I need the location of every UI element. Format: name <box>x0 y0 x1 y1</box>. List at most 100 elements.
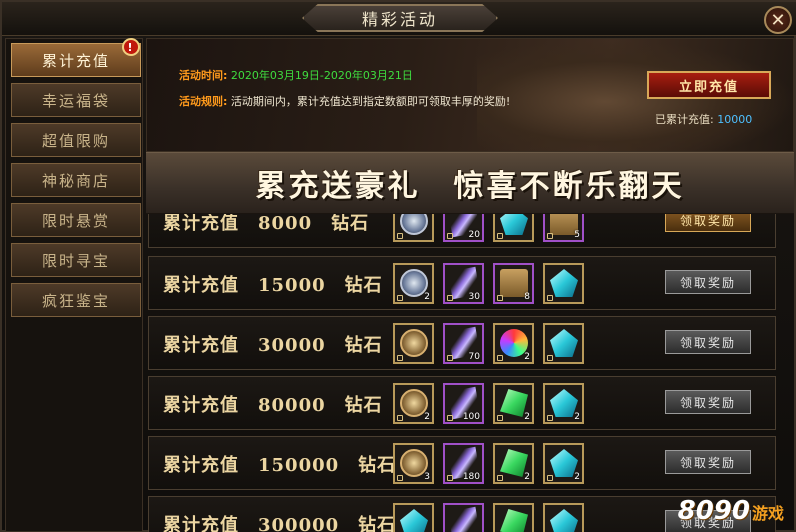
blue-gem-icon <box>550 329 578 357</box>
reward-item-slot[interactable]: 2 <box>493 383 534 424</box>
bound-lock-icon <box>547 355 553 361</box>
bound-lock-icon <box>397 295 403 301</box>
sidebar-item-lucky-bag[interactable]: 幸运福袋 <box>11 83 141 117</box>
item-count: 2 <box>574 472 580 482</box>
reward-list[interactable]: 累计充值 8000 钻石 20 5 领取奖励 累计充值 15000 钻石 2 30 8 领取奖励… <box>148 192 780 532</box>
reward-item-slot[interactable]: 180 <box>443 443 484 484</box>
bound-lock-icon <box>497 295 503 301</box>
bound-lock-icon <box>497 415 503 421</box>
item-count: 30 <box>468 292 480 302</box>
reward-item-slot[interactable] <box>393 503 434 532</box>
reward-item-slot[interactable]: 2 <box>493 443 534 484</box>
close-button[interactable]: ✕ <box>764 6 792 34</box>
activity-time-row: 活动时间: 2020年03月19日-2020年03月21日 <box>179 67 413 83</box>
recharge-now-button[interactable]: 立即充值 <box>647 71 771 99</box>
sidebar-item-label: 神秘商店 <box>41 171 110 190</box>
reward-item-slot[interactable]: 8 <box>493 263 534 304</box>
reward-threshold-label: 累计充值 15000 钻石 <box>163 275 383 296</box>
slogan-strip: 累充送豪礼 惊喜不断乐翻天 <box>146 152 794 214</box>
watermark-number: 8090 <box>677 496 750 526</box>
sidebar-item-timed-treasure[interactable]: 限时寻宝 <box>11 243 141 277</box>
item-count: 2 <box>574 412 580 422</box>
sidebar-item-value-limited[interactable]: 超值限购 <box>11 123 141 157</box>
reward-item-slot[interactable]: 3 <box>393 443 434 484</box>
sidebar-item-crazy-appraisal[interactable]: 疯狂鉴宝 <box>11 283 141 317</box>
bound-lock-icon <box>447 475 453 481</box>
bound-lock-icon <box>547 415 553 421</box>
sidebar-item-label: 幸运福袋 <box>41 91 110 110</box>
reward-item-slot[interactable]: 2 <box>543 443 584 484</box>
reward-item-slot[interactable]: 30 <box>443 263 484 304</box>
bound-lock-icon <box>497 355 503 361</box>
reward-row: 累计充值 150000 钻石 3 180 2 2 领取奖励 <box>148 436 776 490</box>
blue-gem-icon <box>550 509 578 532</box>
game-window: 精彩活动 ✕ 累计充值 ! 幸运福袋 超值限购 神秘商店 限时悬赏 限时寻宝 疯… <box>0 0 796 532</box>
claim-reward-button[interactable]: 领取奖励 <box>665 390 751 414</box>
bound-lock-icon <box>447 415 453 421</box>
sidebar-item-label: 累计充值 <box>41 51 110 70</box>
sidebar-item-label: 限时寻宝 <box>41 251 110 270</box>
item-count: 2 <box>524 472 530 482</box>
reward-item-slot[interactable] <box>393 323 434 364</box>
accumulated-recharge: 已累计充值: 10000 <box>655 111 752 127</box>
reward-threshold-label: 累计充值 150000 钻石 <box>163 455 397 476</box>
bound-lock-icon <box>397 233 403 239</box>
accumulated-recharge-value: 10000 <box>717 113 753 126</box>
claim-reward-button[interactable]: 领取奖励 <box>665 330 751 354</box>
bound-lock-icon <box>547 475 553 481</box>
reward-item-slot[interactable]: 2 <box>543 383 584 424</box>
item-count: 2 <box>424 292 430 302</box>
sidebar-item-mystery-shop[interactable]: 神秘商店 <box>11 163 141 197</box>
reward-item-slot[interactable]: 2 <box>493 323 534 364</box>
bound-lock-icon <box>397 355 403 361</box>
reward-threshold-label: 累计充值 300000 钻石 <box>163 515 397 532</box>
bound-lock-icon <box>547 295 553 301</box>
reward-item-slot[interactable] <box>543 323 584 364</box>
sidebar-item-timed-bounty[interactable]: 限时悬赏 <box>11 203 141 237</box>
sidebar-item-cumulative-recharge[interactable]: 累计充值 ! <box>11 38 141 77</box>
bound-lock-icon <box>447 355 453 361</box>
reward-items: 2 30 8 <box>393 263 584 304</box>
bound-lock-icon <box>397 475 403 481</box>
reward-item-slot[interactable]: 100 <box>443 383 484 424</box>
activity-time-label: 活动时间: <box>179 69 228 82</box>
reward-threshold-label: 累计充值 80000 钻石 <box>163 395 383 416</box>
bound-lock-icon <box>497 233 503 239</box>
item-count: 8 <box>524 292 530 302</box>
claim-reward-button[interactable]: 领取奖励 <box>665 450 751 474</box>
sidebar-item-label: 疯狂鉴宝 <box>41 291 110 310</box>
bound-lock-icon <box>447 295 453 301</box>
reward-item-slot[interactable] <box>493 503 534 532</box>
green-gem-icon <box>500 509 528 532</box>
reward-item-slot[interactable] <box>443 503 484 532</box>
watermark-text: 游戏 <box>751 504 784 523</box>
item-count: 2 <box>524 412 530 422</box>
reward-items: 2 100 2 2 <box>393 383 584 424</box>
item-count: 70 <box>468 352 480 362</box>
alert-badge-icon: ! <box>122 38 140 56</box>
close-icon: ✕ <box>770 9 786 31</box>
bound-lock-icon <box>497 475 503 481</box>
activity-rule-value: 活动期间内，累计充值达到指定数额即可领取丰厚的奖励! <box>230 95 511 108</box>
activity-rule-row: 活动规则: 活动期间内，累计充值达到指定数额即可领取丰厚的奖励! <box>179 93 510 109</box>
item-count: 2 <box>424 412 430 422</box>
item-count: 3 <box>424 472 430 482</box>
activity-time-value: 2020年03月19日-2020年03月21日 <box>230 69 413 82</box>
slogan-text: 累充送豪礼 惊喜不断乐翻天 <box>255 169 685 204</box>
title-bar: 精彩活动 ✕ <box>2 2 796 36</box>
feather-icon <box>447 506 481 532</box>
reward-item-slot[interactable]: 2 <box>393 383 434 424</box>
title-plate: 精彩活动 <box>302 4 498 32</box>
reward-row: 累计充值 15000 钻石 2 30 8 领取奖励 <box>148 256 776 310</box>
accumulated-recharge-label: 已累计充值: <box>655 113 714 126</box>
activity-banner: 活动时间: 2020年03月19日-2020年03月21日 活动规则: 活动期间… <box>146 38 794 152</box>
reward-item-slot[interactable] <box>543 503 584 532</box>
site-watermark: 8090 游戏 <box>678 496 784 526</box>
reward-item-slot[interactable]: 2 <box>393 263 434 304</box>
sidebar-item-label: 超值限购 <box>41 131 110 150</box>
reward-items: 3 180 2 2 <box>393 443 584 484</box>
activity-rule-label: 活动规则: <box>179 95 228 108</box>
reward-item-slot[interactable] <box>543 263 584 304</box>
claim-reward-button[interactable]: 领取奖励 <box>665 270 751 294</box>
reward-item-slot[interactable]: 70 <box>443 323 484 364</box>
